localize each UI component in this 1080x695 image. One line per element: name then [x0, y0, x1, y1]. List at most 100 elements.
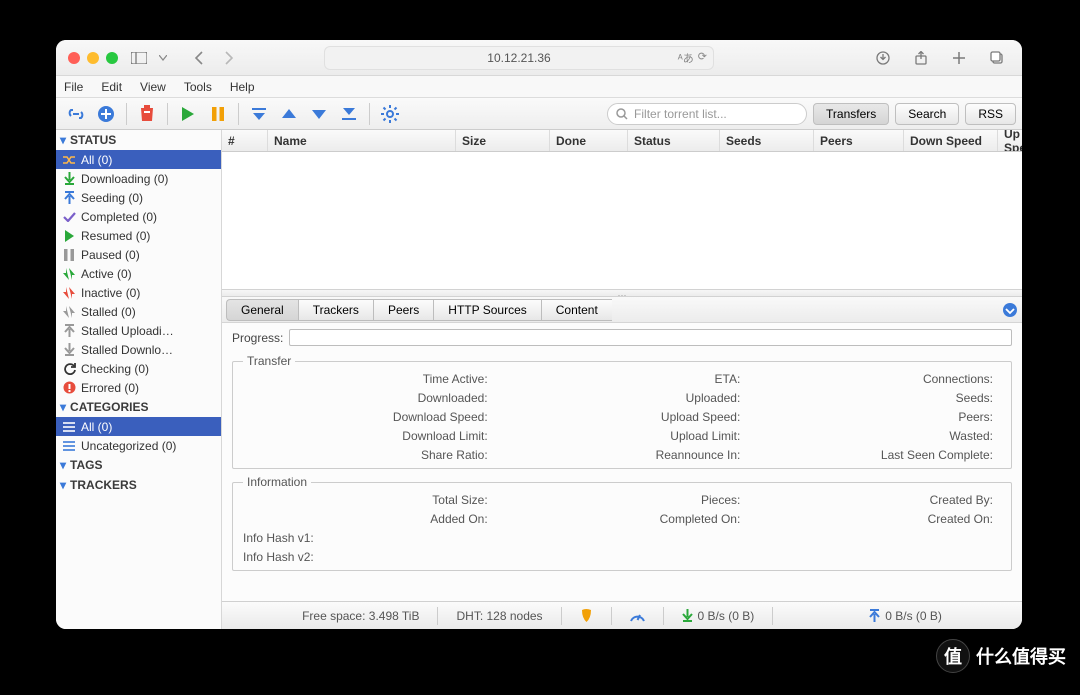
statusbar: Free space: 3.498 TiB DHT: 128 nodes 0 B…	[222, 601, 1022, 629]
menu-help[interactable]: Help	[230, 80, 255, 94]
detail-tab-trackers[interactable]: Trackers	[298, 299, 373, 321]
move-up-button[interactable]	[275, 102, 303, 126]
shuffle-icon	[62, 153, 76, 167]
detail-tab-general[interactable]: General	[226, 299, 298, 321]
label-hash-v1: Info Hash v1:	[243, 531, 1001, 545]
status-up-rate[interactable]: 0 B/s (0 B)	[869, 609, 942, 623]
menu-file[interactable]: File	[64, 80, 83, 94]
tabs-overview-icon[interactable]	[984, 47, 1010, 69]
add-torrent-button[interactable]	[92, 102, 120, 126]
label-time-active: Time Active:	[243, 372, 496, 386]
detail-tab-http[interactable]: HTTP Sources	[433, 299, 540, 321]
forward-button[interactable]	[216, 47, 242, 69]
detail-tab-content[interactable]: Content	[541, 299, 612, 321]
sidebar-item-cat-uncategorized[interactable]: Uncategorized (0)	[56, 436, 221, 455]
dropdown-chevron-icon[interactable]	[156, 47, 170, 69]
new-tab-icon[interactable]	[946, 47, 972, 69]
address-bar[interactable]: 10.12.21.36 ᴬあ⟳	[324, 46, 714, 70]
tab-transfers[interactable]: Transfers	[813, 103, 889, 125]
sidebar-item-errored[interactable]: Errored (0)	[56, 378, 221, 397]
sidebar-item-paused[interactable]: Paused (0)	[56, 245, 221, 264]
torrent-table-body	[222, 152, 1022, 289]
tab-rss[interactable]: RSS	[965, 103, 1016, 125]
toolbar: Filter torrent list... Transfers Search …	[56, 98, 1022, 130]
menu-tools[interactable]: Tools	[184, 80, 212, 94]
col-up[interactable]: Up Speed	[998, 130, 1022, 151]
share-icon[interactable]	[908, 47, 934, 69]
reload-icon[interactable]: ⟳	[698, 50, 707, 66]
sidebar-item-completed[interactable]: Completed (0)	[56, 207, 221, 226]
sidebar-item-all[interactable]: All (0)	[56, 150, 221, 169]
move-top-button[interactable]	[245, 102, 273, 126]
label-created-on: Created On:	[748, 512, 1001, 526]
sidebar-item-resumed[interactable]: Resumed (0)	[56, 226, 221, 245]
sidebar-item-cat-all[interactable]: All (0)	[56, 417, 221, 436]
torrent-table-header: # Name Size Done Status Seeds Peers Down…	[222, 130, 1022, 152]
status-free-space: Free space: 3.498 TiB	[302, 609, 419, 623]
col-size[interactable]: Size	[456, 130, 550, 151]
resume-button[interactable]	[174, 102, 202, 126]
col-status[interactable]: Status	[628, 130, 720, 151]
expand-icon[interactable]	[1002, 302, 1018, 318]
minimize-window-button[interactable]	[87, 52, 99, 64]
filter-placeholder: Filter torrent list...	[634, 107, 727, 121]
upload-icon	[62, 191, 76, 205]
search-icon	[616, 108, 628, 120]
sidebar-group-tags[interactable]: ▾TAGS	[56, 455, 221, 475]
col-seeds[interactable]: Seeds	[720, 130, 814, 151]
splitter[interactable]: ···	[222, 289, 1022, 297]
main-panel: # Name Size Done Status Seeds Peers Down…	[222, 130, 1022, 629]
add-link-button[interactable]	[62, 102, 90, 126]
status-firewall-icon[interactable]	[580, 608, 593, 623]
back-button[interactable]	[186, 47, 212, 69]
close-window-button[interactable]	[68, 52, 80, 64]
list-icon	[62, 420, 76, 434]
detail-tab-peers[interactable]: Peers	[373, 299, 433, 321]
col-peers[interactable]: Peers	[814, 130, 904, 151]
pause-button[interactable]	[204, 102, 232, 126]
sidebar-item-stalled-downloading[interactable]: Stalled Downlo…	[56, 340, 221, 359]
menu-edit[interactable]: Edit	[101, 80, 122, 94]
pause-icon	[62, 248, 76, 262]
menubar: File Edit View Tools Help	[56, 76, 1022, 98]
info-legend: Information	[243, 475, 311, 489]
label-hash-v2: Info Hash v2:	[243, 550, 1001, 564]
menu-view[interactable]: View	[140, 80, 166, 94]
sidebar-item-seeding[interactable]: Seeding (0)	[56, 188, 221, 207]
sidebar-item-inactive[interactable]: Inactive (0)	[56, 283, 221, 302]
app-window: 10.12.21.36 ᴬあ⟳ File Edit View Tools Hel…	[56, 40, 1022, 629]
label-last-seen: Last Seen Complete:	[748, 448, 1001, 462]
stalled-up-icon	[62, 324, 76, 338]
sidebar-toggle-icon[interactable]	[126, 47, 152, 69]
download-icon[interactable]	[870, 47, 896, 69]
sidebar-item-active[interactable]: Active (0)	[56, 264, 221, 283]
reader-icon[interactable]: ᴬあ	[678, 50, 694, 66]
status-alt-speed-icon[interactable]	[630, 609, 645, 622]
col-down[interactable]: Down Speed	[904, 130, 998, 151]
move-bottom-button[interactable]	[335, 102, 363, 126]
maximize-window-button[interactable]	[106, 52, 118, 64]
sidebar-item-stalled-uploading[interactable]: Stalled Uploadi…	[56, 321, 221, 340]
delete-button[interactable]	[133, 102, 161, 126]
col-num[interactable]: #	[222, 130, 268, 151]
sidebar-item-stalled[interactable]: Stalled (0)	[56, 302, 221, 321]
tab-search[interactable]: Search	[895, 103, 959, 125]
sidebar-group-categories[interactable]: ▾CATEGORIES	[56, 397, 221, 417]
settings-button[interactable]	[376, 102, 404, 126]
label-completed-on: Completed On:	[496, 512, 749, 526]
filter-input[interactable]: Filter torrent list...	[607, 103, 807, 125]
progress-label: Progress:	[232, 331, 283, 345]
sidebar-group-status[interactable]: ▾STATUS	[56, 130, 221, 150]
col-done[interactable]: Done	[550, 130, 628, 151]
label-uploaded: Uploaded:	[496, 391, 749, 405]
sidebar-item-checking[interactable]: Checking (0)	[56, 359, 221, 378]
label-peers: Peers:	[748, 410, 1001, 424]
sidebar-group-trackers[interactable]: ▾TRACKERS	[56, 475, 221, 495]
status-down-rate[interactable]: 0 B/s (0 B)	[682, 609, 755, 623]
sidebar-item-downloading[interactable]: Downloading (0)	[56, 169, 221, 188]
transfer-legend: Transfer	[243, 354, 295, 368]
label-downloaded: Downloaded:	[243, 391, 496, 405]
move-down-button[interactable]	[305, 102, 333, 126]
down-arrow-icon	[682, 609, 693, 622]
col-name[interactable]: Name	[268, 130, 456, 151]
